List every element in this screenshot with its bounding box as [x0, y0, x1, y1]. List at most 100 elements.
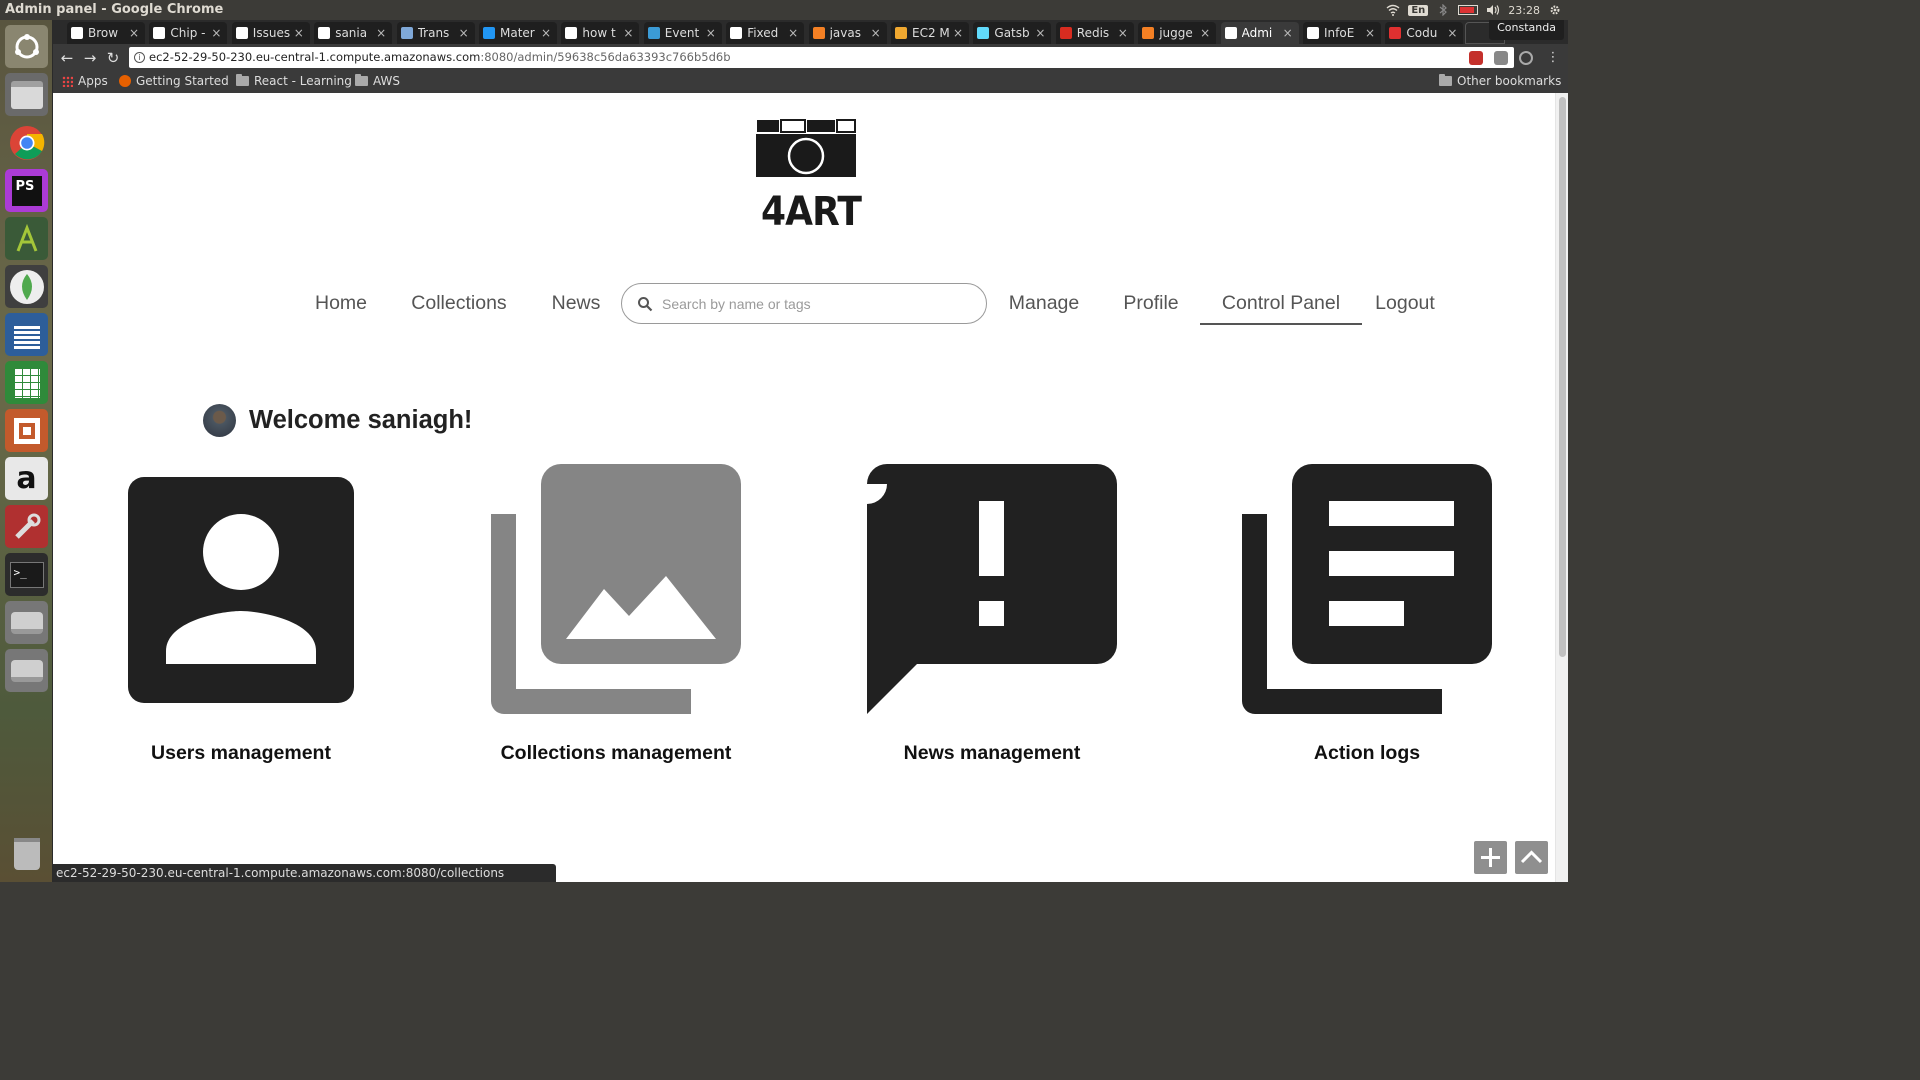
news-management-card[interactable]: News management: [842, 461, 1142, 781]
nav-news[interactable]: News: [536, 283, 616, 325]
tab-close-icon[interactable]: ×: [786, 26, 800, 40]
bookmark-folder-other[interactable]: Other bookmarks: [1439, 74, 1561, 88]
nav-control-panel[interactable]: Control Panel: [1200, 283, 1362, 325]
clock[interactable]: 23:28: [1508, 4, 1540, 17]
bookmark-apps[interactable]: Apps: [62, 74, 108, 88]
tab-favicon-icon: [153, 27, 166, 39]
bookmark-folder-aws[interactable]: AWS: [355, 74, 400, 88]
ubuntu-dash-icon[interactable]: [5, 25, 48, 68]
chrome-menu-icon[interactable]: ⋮: [1543, 48, 1563, 68]
chevron-up-icon: [1520, 850, 1543, 864]
add-button[interactable]: [1474, 841, 1507, 874]
disk-drive-icon[interactable]: [5, 601, 48, 644]
browser-tab[interactable]: InfoE ×: [1303, 22, 1381, 44]
tab-close-icon[interactable]: ×: [1033, 26, 1047, 40]
volume-icon[interactable]: [1486, 4, 1500, 16]
browser-tab[interactable]: Brow ×: [67, 22, 145, 44]
back-arrow-icon[interactable]: ←: [57, 48, 77, 68]
welcome-text: Welcome saniagh!: [249, 405, 473, 434]
tab-close-icon[interactable]: ×: [1116, 26, 1130, 40]
browser-tab[interactable]: Admi ×: [1220, 22, 1299, 44]
collections-management-label: Collections management: [500, 742, 732, 764]
browser-tab[interactable]: Mater ×: [479, 22, 557, 44]
browser-tab[interactable]: Chip - ×: [149, 22, 228, 44]
page-scrollbar[interactable]: [1555, 93, 1568, 882]
wifi-icon[interactable]: [1386, 4, 1400, 16]
browser-tab[interactable]: jugge ×: [1138, 22, 1217, 44]
forward-arrow-icon[interactable]: →: [80, 48, 100, 68]
nav-profile[interactable]: Profile: [1109, 283, 1193, 325]
phpstorm-icon[interactable]: PS: [5, 169, 48, 212]
collections-management-card[interactable]: Collections management: [466, 461, 766, 781]
browser-tab[interactable]: EC2 M ×: [891, 22, 969, 44]
tab-close-icon[interactable]: ×: [704, 26, 718, 40]
browser-tab[interactable]: Codu ×: [1385, 22, 1464, 44]
reload-icon[interactable]: ↻: [103, 48, 123, 68]
calc-icon[interactable]: [5, 361, 48, 404]
tab-close-icon[interactable]: ×: [457, 26, 471, 40]
browser-tab[interactable]: javas ×: [808, 22, 887, 44]
scrollbar-thumb[interactable]: [1559, 97, 1566, 657]
browser-tab[interactable]: Fixed ×: [726, 22, 805, 44]
browser-tab[interactable]: Event ×: [643, 22, 722, 44]
keyboard-layout-indicator[interactable]: En: [1408, 4, 1429, 16]
browser-tab[interactable]: how t ×: [561, 22, 640, 44]
chrome-icon[interactable]: [5, 121, 48, 164]
nav-manage[interactable]: Manage: [998, 283, 1090, 325]
nav-collections[interactable]: Collections: [399, 283, 519, 325]
users-management-card[interactable]: Users management: [91, 461, 391, 781]
browser-tab[interactable]: Gatsb ×: [973, 22, 1052, 44]
disk-drive-icon[interactable]: [5, 649, 48, 692]
welcome-header: Welcome saniagh!: [203, 403, 472, 437]
bookmark-folder-react-learning[interactable]: React - Learning: [236, 74, 352, 88]
tab-close-icon[interactable]: ×: [127, 26, 141, 40]
tab-close-icon[interactable]: ×: [951, 26, 965, 40]
bluetooth-icon[interactable]: [1436, 4, 1450, 16]
extension-icon[interactable]: [1494, 51, 1508, 65]
tab-close-icon[interactable]: ×: [209, 26, 223, 40]
tab-close-icon[interactable]: ×: [1363, 26, 1377, 40]
tab-close-icon[interactable]: ×: [1281, 26, 1295, 40]
tab-close-icon[interactable]: ×: [292, 26, 306, 40]
files-icon[interactable]: [5, 73, 48, 116]
browser-tab[interactable]: Issues ×: [231, 22, 310, 44]
tab-close-icon[interactable]: ×: [539, 26, 553, 40]
scroll-to-top-button[interactable]: [1515, 841, 1548, 874]
adblock-extension-icon[interactable]: [1469, 51, 1483, 65]
tab-close-icon[interactable]: ×: [1445, 26, 1459, 40]
bookmark-getting-started[interactable]: Getting Started: [119, 74, 229, 88]
terminal-icon[interactable]: >_: [5, 553, 48, 596]
writer-icon[interactable]: [5, 313, 48, 356]
action-logs-card[interactable]: Action logs: [1217, 461, 1517, 781]
extension-icon[interactable]: [1519, 51, 1533, 65]
android-studio-icon[interactable]: [5, 217, 48, 260]
address-bar[interactable]: i ec2-52-29-50-230.eu-central-1.compute.…: [129, 47, 1514, 68]
tab-label: javas: [829, 26, 861, 40]
mongodb-icon[interactable]: [5, 265, 48, 308]
info-icon[interactable]: i: [134, 52, 145, 63]
search-icon: [638, 297, 653, 312]
browser-tab[interactable]: Redis ×: [1055, 22, 1134, 44]
trash-icon[interactable]: [5, 832, 48, 875]
system-settings-icon[interactable]: [5, 505, 48, 548]
nav-logout[interactable]: Logout: [1365, 283, 1445, 325]
search-box[interactable]: [621, 283, 987, 324]
search-input[interactable]: [662, 292, 962, 316]
impress-icon[interactable]: [5, 409, 48, 452]
site-logo[interactable]: 4ART: [756, 119, 862, 235]
amazon-icon[interactable]: a: [5, 457, 48, 500]
avatar[interactable]: [203, 403, 236, 437]
browser-tab[interactable]: sania ×: [314, 22, 393, 44]
tab-close-icon[interactable]: ×: [621, 26, 635, 40]
nav-home[interactable]: Home: [297, 283, 385, 325]
browser-tab[interactable]: Trans ×: [396, 22, 475, 44]
battery-icon[interactable]: [1458, 5, 1479, 15]
settings-gear-icon[interactable]: [1548, 4, 1562, 16]
tab-close-icon[interactable]: ×: [1198, 26, 1212, 40]
tab-close-icon[interactable]: ×: [374, 26, 388, 40]
tab-favicon-icon: [647, 27, 660, 39]
plus-icon: [1481, 848, 1500, 867]
tab-close-icon[interactable]: ×: [869, 26, 883, 40]
chrome-profile-button[interactable]: Constanda: [1489, 20, 1564, 40]
ubuntu-launcher: PS a >_: [0, 20, 53, 882]
